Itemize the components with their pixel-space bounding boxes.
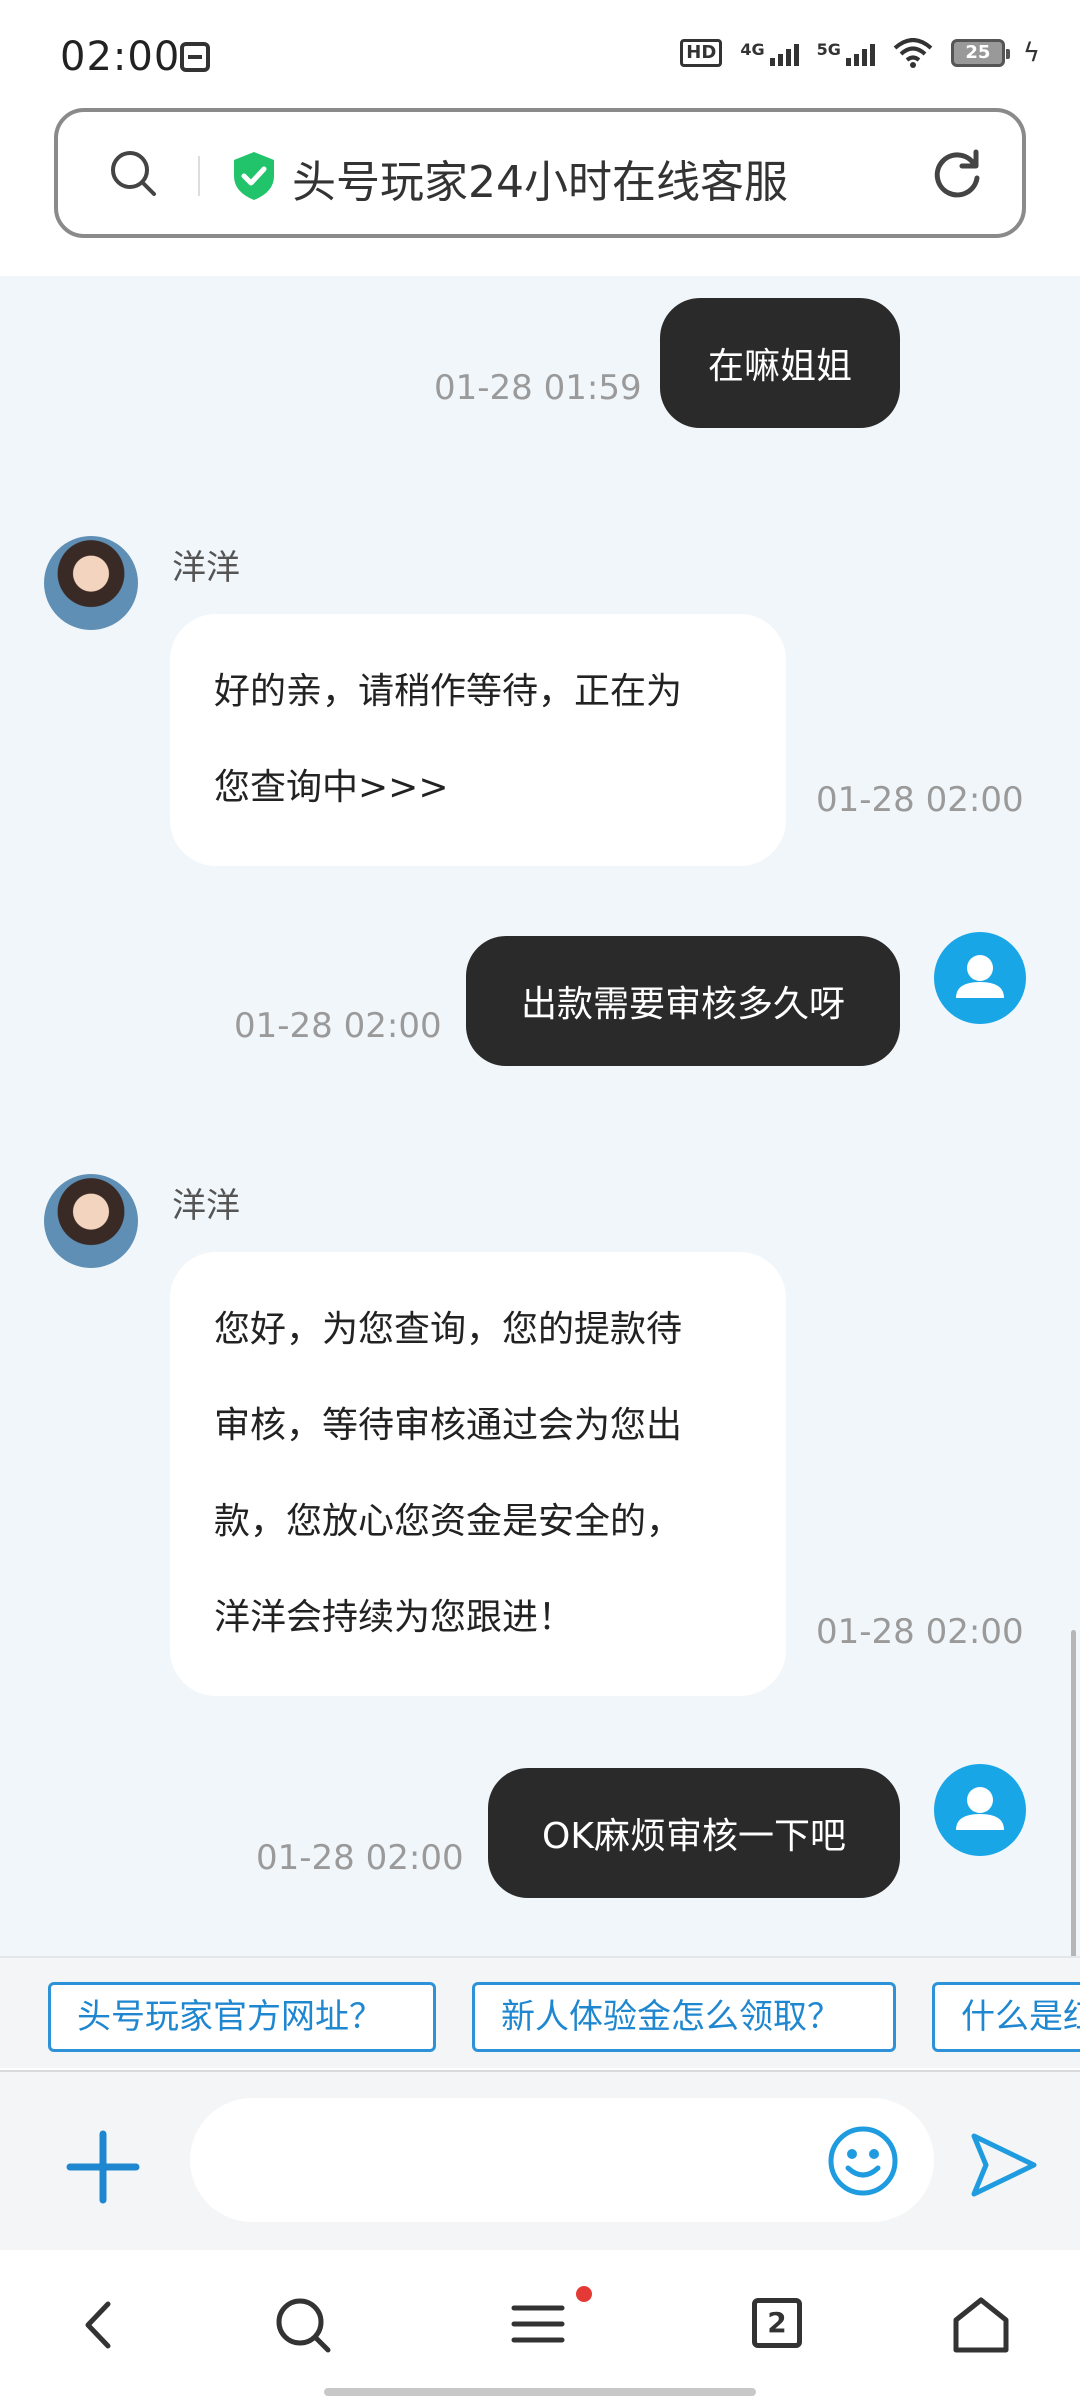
address-bar[interactable]: 头号玩家24小时在线客服 bbox=[54, 108, 1026, 238]
back-icon[interactable] bbox=[66, 2290, 136, 2360]
user-person-icon bbox=[956, 1787, 1004, 1830]
message-input[interactable] bbox=[190, 2098, 934, 2222]
message-timestamp: 01-28 01:59 bbox=[434, 368, 642, 408]
message-timestamp: 01-28 02:00 bbox=[816, 780, 1024, 820]
message-text-line: 您查询中>>> bbox=[214, 767, 449, 808]
home-icon[interactable] bbox=[946, 2290, 1016, 2360]
user-message-bubble[interactable]: OK麻烦审核一下吧 bbox=[488, 1768, 900, 1898]
message-text-line: 审核，等待审核通过会为您出 bbox=[214, 1405, 683, 1446]
message-text-line: 洋洋会持续为您跟进！ bbox=[214, 1597, 575, 1638]
search-icon[interactable] bbox=[108, 148, 158, 198]
message-text: 出款需要审核多久呀 bbox=[520, 984, 845, 1025]
user-avatar[interactable] bbox=[934, 932, 1026, 1024]
user-message-bubble[interactable]: 在嘛姐姐 bbox=[660, 298, 900, 428]
agent-name: 洋洋 bbox=[172, 548, 240, 588]
agent-avatar[interactable] bbox=[44, 1174, 138, 1268]
message-timestamp: 01-28 02:00 bbox=[816, 1612, 1024, 1652]
refresh-icon[interactable] bbox=[930, 148, 984, 202]
search-icon[interactable] bbox=[268, 2290, 338, 2360]
quick-reply-chip[interactable]: 新人体验金怎么领取？ bbox=[472, 1982, 896, 2052]
message-text-line: 好的亲，请稍作等待，正在为 bbox=[214, 671, 683, 712]
message-text: OK麻烦审核一下吧 bbox=[542, 1816, 846, 1857]
message-timestamp: 01-28 02:00 bbox=[256, 1838, 464, 1878]
agent-avatar[interactable] bbox=[44, 536, 138, 630]
message-text: 在嘛姐姐 bbox=[707, 346, 852, 387]
menu-icon[interactable] bbox=[504, 2290, 574, 2360]
status-time: 02:00 bbox=[60, 34, 181, 80]
signal-5g-icon: 5G bbox=[817, 40, 875, 66]
hd-voice-icon: HD bbox=[680, 39, 723, 67]
charging-icon: ϟ bbox=[1022, 38, 1040, 68]
battery-icon: 25 bbox=[950, 39, 1010, 67]
agent-message-bubble[interactable]: 您好，为您查询，您的提款待 审核，等待审核通过会为您出 款，您放心您资金是安全的… bbox=[170, 1252, 786, 1696]
send-icon[interactable] bbox=[968, 2130, 1040, 2200]
message-input-bar bbox=[0, 2070, 1080, 2250]
add-attachment-icon[interactable] bbox=[66, 2130, 140, 2204]
status-indicators: HD 4G 5G 25 ϟ bbox=[680, 38, 1040, 68]
secure-shield-icon bbox=[234, 152, 274, 200]
signal-4g-icon: 4G bbox=[740, 40, 799, 66]
notification-dot bbox=[576, 2286, 592, 2302]
message-timestamp: 01-28 02:00 bbox=[234, 1006, 442, 1046]
user-person-icon bbox=[956, 955, 1004, 998]
quick-reply-chip[interactable]: 头号玩家官方网址？ bbox=[48, 1982, 436, 2052]
chat-area[interactable]: 在嘛姐姐 01-28 01:59 洋洋 好的亲，请稍作等待，正在为 您查询中>>… bbox=[0, 276, 1080, 1956]
tabs-button[interactable]: 2 bbox=[752, 2298, 802, 2348]
user-message-bubble[interactable]: 出款需要审核多久呀 bbox=[466, 936, 900, 1066]
home-indicator[interactable] bbox=[324, 2388, 756, 2396]
message-text-line: 您好，为您查询，您的提款待 bbox=[214, 1309, 683, 1350]
browser-nav-bar: 2 bbox=[0, 2250, 1080, 2400]
message-text-line: 款，您放心您资金是安全的， bbox=[214, 1501, 683, 1542]
user-avatar[interactable] bbox=[934, 1764, 1026, 1856]
wifi-icon bbox=[893, 38, 933, 68]
notification-icon bbox=[180, 42, 210, 72]
chat-scrollbar[interactable] bbox=[1071, 1630, 1076, 1956]
page-title[interactable]: 头号玩家24小时在线客服 bbox=[292, 146, 788, 210]
emoji-icon[interactable] bbox=[826, 2124, 900, 2198]
status-bar: 02:00 HD 4G 5G 25 ϟ bbox=[0, 0, 1080, 110]
agent-name: 洋洋 bbox=[172, 1186, 240, 1226]
address-divider bbox=[198, 156, 200, 196]
agent-message-bubble[interactable]: 好的亲，请稍作等待，正在为 您查询中>>> bbox=[170, 614, 786, 866]
quick-reply-chip[interactable]: 什么是红 bbox=[932, 1982, 1080, 2052]
quick-reply-bar[interactable]: 头号玩家官方网址？ 新人体验金怎么领取？ 什么是红 bbox=[0, 1956, 1080, 2068]
